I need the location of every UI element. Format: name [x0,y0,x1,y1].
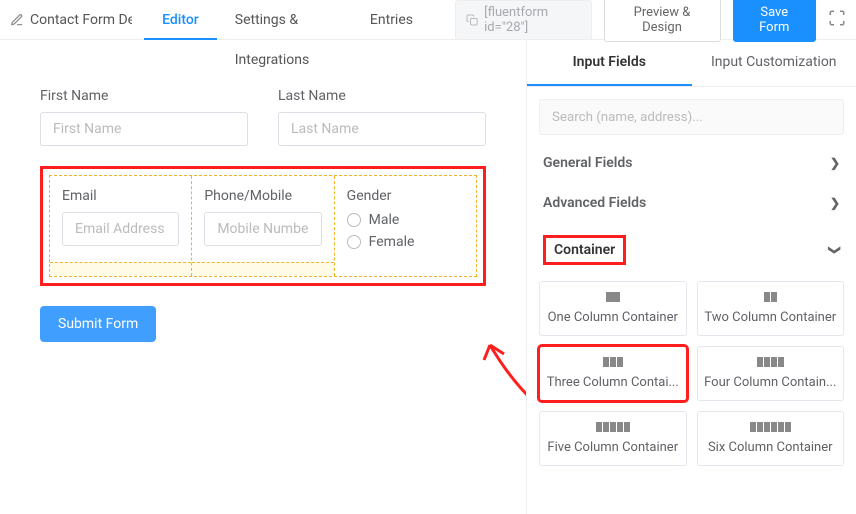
block-label: Four Column Contain... [704,375,838,390]
chevron-up-icon: ❯ [828,245,842,255]
label-last-name: Last Name [278,88,486,104]
label-phone: Phone/Mobile [204,188,321,204]
tab-input-fields[interactable]: Input Fields [527,40,692,86]
sidebar-tabs: Input Fields Input Customization [527,40,856,87]
columns-icon [764,292,777,302]
block-label: Two Column Container [704,310,838,325]
block-four-column[interactable]: Four Column Contain... [697,346,845,401]
block-one-column[interactable]: One Column Container [539,281,687,336]
input-email[interactable] [62,212,179,246]
radio-icon [347,213,361,227]
accordion-label: Advanced Fields [543,195,646,211]
sidebar: Input Fields Input Customization General… [526,40,856,514]
col-phone[interactable]: Phone/Mobile [192,176,334,276]
columns-icon [596,422,630,432]
top-tabs: Editor Settings & Integrations Entries [144,0,431,40]
fullscreen-icon[interactable] [828,9,846,31]
block-label: Five Column Container [546,440,680,455]
label-first-name: First Name [40,88,248,104]
chevron-down-icon: ❯ [830,196,840,210]
chevron-down-icon: ❯ [830,156,840,170]
form-title[interactable]: Contact Form De... [10,12,132,28]
drop-zone-indicator [50,262,191,276]
input-last-name[interactable] [278,112,486,146]
submit-button[interactable]: Submit Form [40,306,156,342]
columns-icon [603,357,623,367]
columns-icon [750,422,791,432]
input-first-name[interactable] [40,112,248,146]
shortcode-text: [fluentform id="28"] [484,5,580,35]
shortcode-badge[interactable]: [fluentform id="28"] [455,0,592,40]
field-first-name[interactable]: First Name [40,88,248,146]
accordion-label-highlight: Container [543,235,626,265]
container-blocks: One Column Container Two Column Containe… [539,277,844,470]
block-label: Three Column Contai... [546,375,680,390]
tab-input-customization[interactable]: Input Customization [692,40,856,86]
sidebar-body: General Fields ❯ Advanced Fields ❯ Conta… [527,87,856,514]
tab-entries[interactable]: Entries [352,0,431,40]
col-email[interactable]: Email [50,176,192,276]
form-title-text: Contact Form De... [30,12,132,28]
pencil-icon [10,13,24,27]
block-label: Six Column Container [704,440,838,455]
accordion-advanced-fields[interactable]: Advanced Fields ❯ [539,183,844,223]
radio-female[interactable]: Female [347,234,464,250]
radio-male[interactable]: Male [347,212,464,228]
preview-button[interactable]: Preview & Design [604,0,721,42]
field-last-name[interactable]: Last Name [278,88,486,146]
copy-icon [466,13,478,27]
search-input[interactable] [539,99,844,135]
block-label: One Column Container [546,310,680,325]
block-three-column[interactable]: Three Column Contai... [539,346,687,401]
tab-editor[interactable]: Editor [144,0,217,40]
accordion-label: General Fields [543,155,632,171]
radio-female-label: Female [369,234,415,250]
container-highlight: Email Phone/Mobile Gender Male Female [40,166,486,286]
accordion-general-fields[interactable]: General Fields ❯ [539,143,844,183]
top-bar: Contact Form De... Editor Settings & Int… [0,0,856,40]
input-phone[interactable] [204,212,321,246]
columns-icon [757,357,784,367]
label-gender: Gender [347,188,464,204]
three-column-container[interactable]: Email Phone/Mobile Gender Male Female [49,175,477,277]
drop-zone-indicator [192,262,333,276]
radio-male-label: Male [369,212,400,228]
accordion-container[interactable]: Container ❯ [539,223,844,277]
annotation-arrow [480,330,526,450]
form-canvas[interactable]: First Name Last Name Email Phone/Mobile [0,40,526,514]
label-email: Email [62,188,179,204]
save-button[interactable]: Save Form [733,0,816,42]
col-gender[interactable]: Gender Male Female [335,176,476,276]
main: First Name Last Name Email Phone/Mobile [0,40,856,514]
block-six-column[interactable]: Six Column Container [697,411,845,466]
tab-settings[interactable]: Settings & Integrations [217,0,352,40]
radio-icon [347,235,361,249]
block-five-column[interactable]: Five Column Container [539,411,687,466]
row-name: First Name Last Name [40,88,486,146]
block-two-column[interactable]: Two Column Container [697,281,845,336]
columns-icon [606,292,620,302]
